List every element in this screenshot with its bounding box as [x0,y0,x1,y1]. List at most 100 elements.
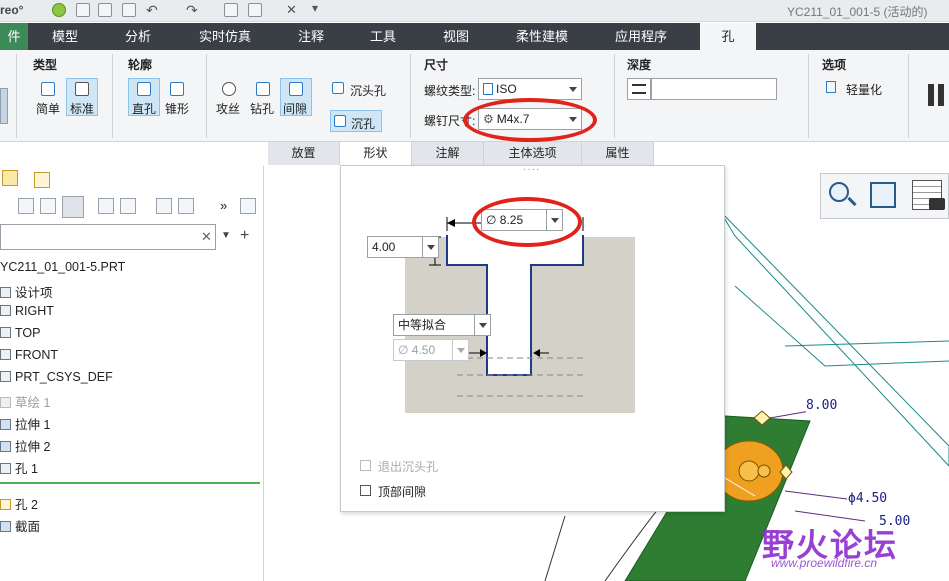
layer-tree-icon[interactable] [120,198,136,214]
more-options-icon[interactable]: » [220,198,227,213]
save-icon[interactable] [122,3,136,17]
tab-flexible-modeling[interactable]: 柔性建模 [492,23,592,50]
tree-export-icon[interactable] [240,198,256,214]
expand-all-icon[interactable] [156,198,172,214]
taper-hole-icon [170,82,184,96]
redo-icon[interactable]: ↷ [186,2,198,19]
counterbore-label: 沉孔 [351,117,376,131]
thread-type-select[interactable]: ISO [478,78,582,100]
lightweight-button[interactable]: 轻量化 [826,80,896,98]
tree-item-csys[interactable]: PRT_CSYS_DEF [0,370,113,384]
fit-type-select[interactable]: 中等拟合 [393,314,491,336]
tab-hole[interactable]: 孔 [700,23,756,50]
tree-item-right[interactable]: RIGHT [0,304,54,318]
chevron-down-icon [569,87,577,92]
drill-hole-label: 钻孔 [250,102,275,116]
subtab-shape[interactable]: 形状 [340,142,412,165]
tree-item-hole2[interactable]: 孔 2 [0,494,38,513]
pause-icon-bar [938,84,944,106]
hole-icon [0,499,11,510]
clearance-hole-button[interactable]: 间隙 [280,78,312,116]
subtab-placement[interactable]: 放置 [268,142,340,165]
tree-settings-icon[interactable] [18,198,34,214]
tree-item-label: 孔 1 [15,462,38,476]
dimension-line [769,410,811,419]
depth-option-button[interactable] [627,78,651,100]
globe-icon[interactable] [52,3,66,17]
tree-root-item[interactable]: YC211_01_001-5.PRT [0,260,125,274]
chevron-down-icon[interactable] [474,315,490,335]
hole-marker [757,464,771,478]
saved-views-icon[interactable] [870,182,896,208]
countersink-button[interactable]: 沉头孔 [330,79,392,99]
model-tree-tab-icon[interactable] [2,170,18,186]
tree-search-input[interactable] [0,224,216,250]
standard-hole-button[interactable]: 标准 [66,78,98,116]
camera-icon[interactable] [929,198,945,210]
open-file-icon[interactable] [98,3,112,17]
options-group-title: 选项 [822,58,847,72]
tab-analysis[interactable]: 分析 [102,23,174,50]
folder-browser-tab-icon[interactable] [34,172,50,188]
tab-tools[interactable]: 工具 [346,23,420,50]
clear-search-icon[interactable]: ✕ [201,229,212,245]
tree-item-section[interactable]: 截面 [0,516,40,535]
design-items-icon [0,287,11,298]
zoom-icon[interactable] [827,180,857,212]
insert-here-marker[interactable] [0,482,260,484]
tap-button[interactable]: 攻丝 [214,80,246,116]
tab-live-simulation[interactable]: 实时仿真 [174,23,276,50]
collapse-all-icon[interactable] [178,198,194,214]
subtab-annotation[interactable]: 注解 [412,142,484,165]
simple-hole-icon [41,82,55,96]
panel-grip-icon[interactable]: ···· [523,164,540,175]
thread-type-label: 螺纹类型: [424,84,476,98]
new-file-icon[interactable] [76,3,90,17]
customize-qat-icon[interactable]: ▾ [312,1,318,15]
tree-item-top[interactable]: TOP [0,326,40,340]
straight-hole-icon [137,82,151,96]
drill-hole-button[interactable]: 钻孔 [248,80,280,116]
counterbore-button[interactable]: 沉孔 [330,110,382,132]
show-icon[interactable] [40,198,56,214]
tree-item-hole1[interactable]: 孔 1 [0,458,38,477]
depth-value-input[interactable] [651,78,777,100]
subtab-properties[interactable]: 属性 [582,142,654,165]
fit-type-value: 中等拟合 [398,318,447,332]
shape-panel: ···· ∅ 8.25 4.00 中等拟合 ∅ 4.50 退出沉头孔 顶部间隙 [340,164,725,512]
tree-item-extrude1[interactable]: 拉伸 1 [0,414,50,433]
regenerate-icon[interactable] [224,3,238,17]
add-filter-icon[interactable]: + [240,227,249,245]
dimension-label-diameter[interactable]: ϕ4.50 [848,491,888,506]
search-dropdown-icon[interactable]: ▼ [221,230,231,241]
part-edge [734,285,949,367]
tab-model[interactable]: 模型 [28,23,102,50]
taper-hole-button[interactable]: 锥形 [162,80,194,116]
top-clearance-checkbox[interactable] [360,485,371,496]
undo-icon[interactable]: ↶ [146,2,158,19]
tree-filter-icon[interactable] [62,196,84,218]
close-window-icon[interactable]: ✕ [286,2,297,18]
counterbore-depth-input[interactable]: 4.00 [367,236,439,258]
tree-item-sketch1[interactable]: 草绘 1 [0,392,50,411]
dimension-label-8[interactable]: 8.00 [806,398,838,413]
tree-item-design-items[interactable]: 设计项 [0,282,53,301]
chevron-down-icon[interactable] [422,237,438,257]
tab-view[interactable]: 视图 [420,23,492,50]
tab-file[interactable]: 件 [0,23,28,50]
tree-columns-icon[interactable] [98,198,114,214]
tree-item-extrude2[interactable]: 拉伸 2 [0,436,50,455]
tab-annotate[interactable]: 注释 [276,23,346,50]
simple-hole-button[interactable]: 简单 [32,80,66,116]
highlight-circle-diameter [472,197,582,247]
tree-item-front[interactable]: FRONT [0,348,58,362]
chevron-down-icon [452,340,468,360]
subtab-body-options[interactable]: 主体选项 [484,142,582,165]
tree-item-label: 截面 [15,520,41,534]
hole-icon [0,463,11,474]
windows-icon[interactable] [248,3,262,17]
pause-icon[interactable] [928,84,934,106]
tab-applications[interactable]: 应用程序 [592,23,690,50]
sketch-icon [0,397,11,408]
straight-hole-button[interactable]: 直孔 [128,78,160,116]
